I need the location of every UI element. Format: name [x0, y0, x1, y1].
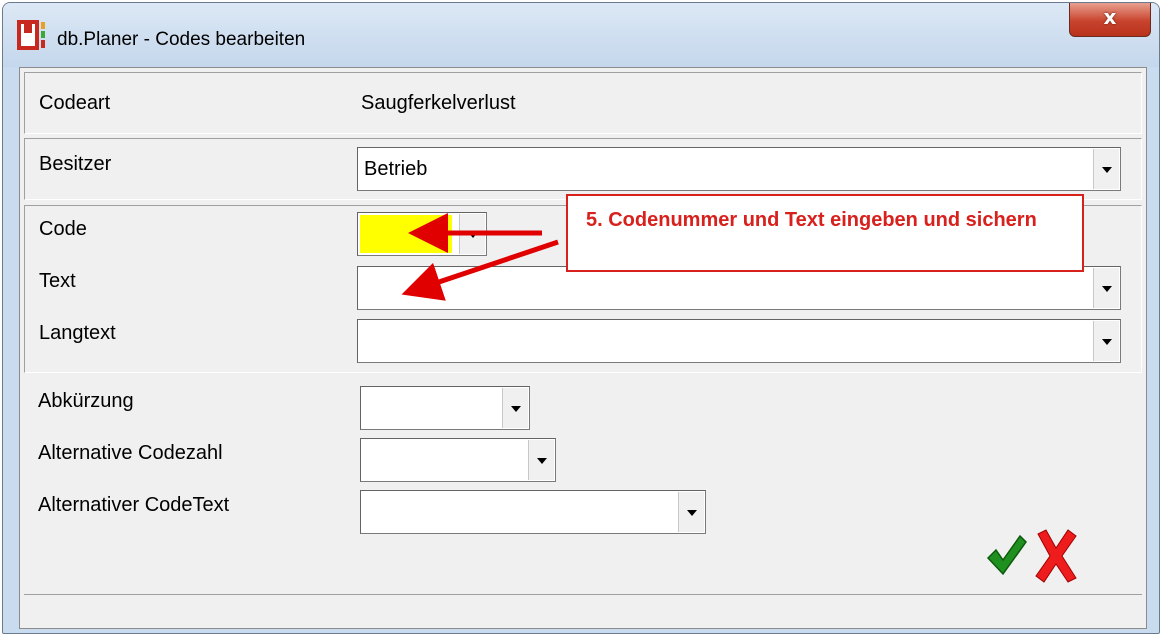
arrow-to-text-icon: [401, 239, 559, 301]
annotation-arrows: [401, 213, 559, 301]
